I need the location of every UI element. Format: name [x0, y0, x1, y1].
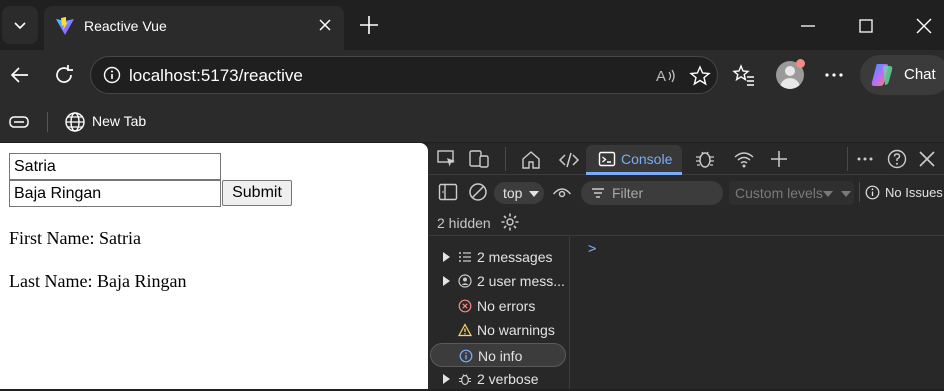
- console-icon: [598, 151, 616, 167]
- live-expression-eye-icon[interactable]: [552, 183, 572, 201]
- add-favorite-star-icon[interactable]: [689, 65, 711, 87]
- back-arrow-icon[interactable]: [8, 63, 32, 87]
- new-tab-plus-icon[interactable]: [358, 14, 380, 36]
- caret-down-icon: [823, 191, 833, 197]
- warning-icon: [458, 323, 472, 337]
- globe-icon: [65, 112, 85, 132]
- expand-arrow-icon[interactable]: [443, 276, 450, 286]
- browser-tab-active[interactable]: Reactive Vue: [44, 6, 344, 50]
- vite-logo-icon: [56, 17, 74, 35]
- sidebar-item-messages[interactable]: 2 messages: [430, 245, 566, 269]
- navigation-toolbar: localhost:5173/reactive A Chat: [0, 50, 944, 102]
- copilot-label: Chat: [904, 66, 936, 83]
- more-tools-plus-icon[interactable]: [768, 148, 790, 170]
- devtools-divider: [859, 182, 860, 202]
- context-select-value: top: [503, 185, 523, 201]
- sidebar-item-label: No info: [478, 348, 523, 364]
- error-icon: [458, 299, 472, 313]
- page-viewport: Submit First Name: Satria Last Name: Baj…: [0, 143, 428, 389]
- favorites-bar: New Tab: [0, 102, 944, 142]
- submit-button[interactable]: Submit: [222, 180, 292, 206]
- devtools-more-icon[interactable]: [854, 148, 876, 170]
- address-url[interactable]: localhost:5173/reactive: [129, 66, 303, 86]
- devtools-divider: [847, 147, 848, 171]
- refresh-icon[interactable]: [52, 63, 76, 87]
- devtools-panel: Console top Filter Custom levels No Issu…: [428, 143, 944, 389]
- favorites-icon[interactable]: [732, 63, 756, 87]
- sidebar-item-verbose[interactable]: 2 verbose: [430, 367, 566, 391]
- console-sidebar: 2 messages 2 user mess... No errors No w…: [428, 237, 570, 389]
- console-tab-label: Console: [621, 151, 673, 167]
- info-icon: [459, 349, 473, 363]
- filter-icon: [592, 188, 604, 198]
- close-devtools-icon[interactable]: [916, 148, 938, 170]
- list-icon: [459, 252, 471, 262]
- sidebar-item-label: 2 messages: [477, 249, 553, 265]
- user-icon: [458, 274, 472, 288]
- favorites-divider: [47, 112, 48, 132]
- device-emulation-icon[interactable]: [468, 148, 490, 170]
- sidebar-item-info[interactable]: No info: [430, 343, 566, 367]
- issues-count[interactable]: No Issues: [885, 185, 943, 200]
- expand-arrow-icon[interactable]: [443, 252, 450, 262]
- favorite-label: New Tab: [92, 113, 147, 129]
- close-tab-icon[interactable]: [316, 16, 334, 34]
- more-menu-icon[interactable]: [822, 63, 846, 87]
- issues-info-icon[interactable]: [865, 185, 880, 200]
- site-info-icon[interactable]: [103, 66, 121, 84]
- first-name-input[interactable]: [9, 153, 221, 180]
- address-bar[interactable]: localhost:5173/reactive A: [90, 56, 718, 94]
- devtools-tab-bar: Console: [428, 143, 944, 175]
- last-name-input[interactable]: [9, 180, 221, 207]
- log-levels-label: Custom levels: [735, 185, 823, 201]
- bug-icon: [459, 374, 471, 386]
- sidebar-item-label: 2 user mess...: [477, 273, 565, 289]
- caret-down-icon: [529, 191, 539, 197]
- console-prompt[interactable]: >: [588, 241, 596, 257]
- sidebar-item-warnings[interactable]: No warnings: [430, 318, 566, 342]
- log-levels-select[interactable]: Custom levels: [729, 181, 854, 205]
- inspect-element-icon[interactable]: [436, 148, 458, 170]
- favorite-new-tab[interactable]: New Tab: [58, 102, 158, 142]
- elements-code-icon[interactable]: [558, 149, 580, 171]
- read-aloud-icon[interactable]: A: [655, 65, 677, 87]
- tab-title: Reactive Vue: [84, 18, 167, 34]
- filter-placeholder: Filter: [612, 185, 644, 201]
- collections-icon[interactable]: [8, 111, 30, 133]
- caret-down-icon: [841, 191, 851, 197]
- sidebar-item-label: 2 verbose: [477, 371, 539, 387]
- maximize-icon[interactable]: [854, 14, 878, 38]
- sidebar-item-label: No errors: [477, 298, 536, 314]
- profile-notification-dot: [796, 59, 805, 68]
- tab-strip: Reactive Vue: [0, 0, 944, 50]
- sidebar-item-errors[interactable]: No errors: [430, 294, 566, 318]
- chevron-down-icon: [14, 22, 26, 30]
- tab-console[interactable]: Console: [586, 145, 682, 175]
- expand-arrow-icon[interactable]: [443, 374, 450, 384]
- tab-actions-menu-button[interactable]: [2, 6, 38, 44]
- welcome-home-icon[interactable]: [520, 149, 542, 171]
- console-toolbar: top Filter Custom levels No Issues: [428, 176, 944, 208]
- network-wifi-icon[interactable]: [733, 149, 755, 171]
- clear-console-icon[interactable]: [468, 182, 488, 202]
- minimize-icon[interactable]: [796, 14, 820, 38]
- last-name-text: Last Name: Baja Ringan: [9, 271, 187, 291]
- sidebar-item-label: No warnings: [477, 322, 555, 338]
- hidden-messages-row: 2 hidden: [428, 208, 944, 236]
- close-window-icon[interactable]: [912, 14, 936, 38]
- filter-input[interactable]: Filter: [581, 181, 723, 205]
- toggle-sidebar-icon[interactable]: [438, 183, 458, 201]
- console-settings-gear-icon[interactable]: [500, 212, 520, 232]
- sources-bug-icon[interactable]: [694, 148, 716, 170]
- devtools-divider: [505, 147, 506, 171]
- copilot-chat-button[interactable]: Chat: [860, 55, 944, 95]
- help-icon[interactable]: [886, 148, 908, 170]
- sidebar-item-user-messages[interactable]: 2 user mess...: [430, 269, 566, 293]
- hidden-count: 2 hidden: [437, 215, 491, 231]
- copilot-icon: [871, 64, 893, 86]
- svg-text:A: A: [656, 68, 666, 85]
- first-name-text: First Name: Satria: [9, 228, 141, 248]
- context-select[interactable]: top: [494, 182, 544, 204]
